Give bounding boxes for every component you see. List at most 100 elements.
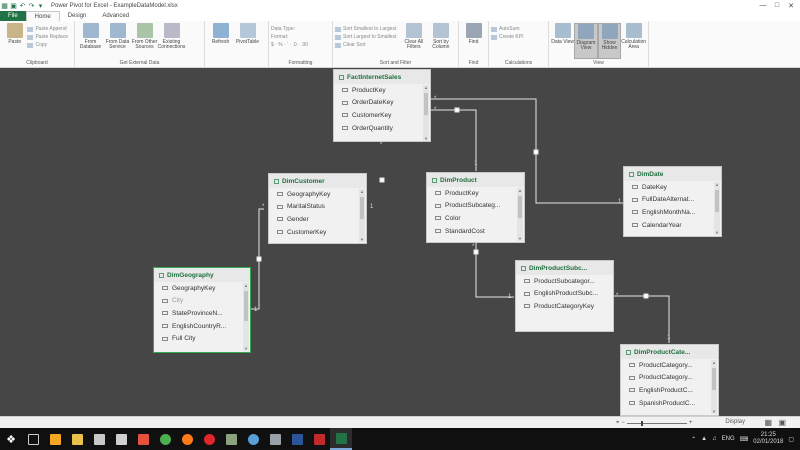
table-dimdate[interactable]: DimDate DateKey FullDateAlternat... Engl…: [623, 166, 722, 237]
taskbar-app[interactable]: [286, 428, 308, 450]
existing-connections-button[interactable]: Existing Connections: [158, 23, 185, 59]
table-factinternetsales[interactable]: FactInternetSales ProductKey OrderDateKe…: [333, 69, 431, 142]
field-item[interactable]: EnglishProductC...: [621, 384, 718, 397]
field-item[interactable]: MaritalStatus: [269, 201, 366, 214]
field-item[interactable]: OrderQuantity: [334, 122, 430, 135]
sort-descending-button[interactable]: Sort Largest to Smallest: [335, 34, 396, 40]
table-dimproduct[interactable]: DimProduct ProductKey ProductSubcateg...…: [426, 172, 525, 243]
language-indicator[interactable]: ENG: [722, 436, 735, 442]
volume-icon[interactable]: ♫: [712, 436, 717, 442]
field-item[interactable]: OrderDateKey: [334, 97, 430, 110]
taskbar-app[interactable]: [264, 428, 286, 450]
paste-append-button[interactable]: Paste Append: [27, 26, 68, 32]
tab-design[interactable]: Design: [60, 11, 95, 21]
field-item[interactable]: CalendarYear: [624, 219, 721, 232]
calculation-area-button[interactable]: Calculation Area: [621, 23, 646, 59]
taskbar-app[interactable]: [220, 428, 242, 450]
close-button[interactable]: ✕: [784, 0, 798, 11]
table-scrollbar[interactable]: ▲ ▼: [714, 182, 720, 235]
scroll-up-arrow[interactable]: ▲: [711, 360, 717, 365]
relationship-handle[interactable]: [454, 107, 460, 113]
zoom-knob[interactable]: [640, 420, 643, 426]
scroll-down-arrow[interactable]: ▼: [423, 136, 429, 141]
field-item[interactable]: DateKey: [624, 181, 721, 194]
relationship-handle[interactable]: [256, 256, 262, 262]
scroll-down-arrow[interactable]: ▼: [243, 346, 249, 351]
taskbar-app[interactable]: [132, 428, 154, 450]
task-view-button[interactable]: [22, 428, 44, 450]
minimize-button[interactable]: —: [756, 0, 770, 11]
relationship-line[interactable]: [614, 295, 670, 343]
pivottable-button[interactable]: PivotTable: [234, 23, 261, 59]
table-header[interactable]: FactInternetSales: [334, 70, 430, 84]
scroll-up-arrow[interactable]: ▲: [517, 188, 523, 193]
scroll-thumb[interactable]: [715, 190, 719, 212]
table-header[interactable]: DimCustomer: [269, 174, 366, 188]
table-scrollbar[interactable]: ▲ ▼: [243, 283, 249, 351]
scroll-up-arrow[interactable]: ▲: [423, 85, 429, 90]
field-item[interactable]: ProductKey: [427, 187, 524, 200]
start-button[interactable]: ❖: [0, 428, 22, 450]
diagram-view-button[interactable]: Diagram View: [574, 23, 598, 59]
diagram-view-icon[interactable]: ▣: [778, 418, 786, 427]
relationship-handle[interactable]: [379, 177, 385, 183]
show-hidden-button[interactable]: Show Hidden: [597, 23, 622, 59]
taskbar-app[interactable]: [308, 428, 330, 450]
scroll-thumb[interactable]: [244, 291, 248, 321]
taskbar-app[interactable]: [44, 428, 66, 450]
relationship-handle[interactable]: [533, 149, 539, 155]
taskbar-app[interactable]: [110, 428, 132, 450]
table-header[interactable]: DimDate: [624, 167, 721, 181]
relationship-line[interactable]: [475, 242, 514, 298]
from-other-sources-button[interactable]: From Other Sources: [131, 23, 158, 59]
field-item[interactable]: Gender: [269, 213, 366, 226]
scroll-thumb[interactable]: [712, 368, 716, 390]
tab-home[interactable]: Home: [25, 11, 60, 21]
field-item[interactable]: SpanishProductC...: [621, 397, 718, 410]
field-item[interactable]: ProductCategory...: [621, 372, 718, 385]
field-item[interactable]: ProductSubcateg...: [427, 200, 524, 213]
autosum-button[interactable]: AutoSum: [491, 26, 523, 32]
fit-to-screen-icon[interactable]: ⌖: [616, 420, 619, 427]
paste-button[interactable]: Paste: [2, 23, 27, 59]
field-item[interactable]: ProductSubcategor...: [516, 275, 613, 288]
table-scrollbar[interactable]: ▲ ▼: [423, 85, 429, 141]
number-format-buttons[interactable]: $ · % · ’ · .0 · .00: [271, 42, 308, 48]
table-header[interactable]: DimProductCate...: [621, 345, 718, 359]
taskbar-app[interactable]: [66, 428, 88, 450]
data-type-dropdown[interactable]: Data Type:: [271, 26, 308, 32]
scroll-down-arrow[interactable]: ▼: [517, 236, 523, 241]
taskbar-app[interactable]: [176, 428, 198, 450]
field-item[interactable]: Full City: [154, 332, 250, 345]
customize-toolbar-icon[interactable]: ▾: [36, 2, 45, 10]
from-data-service-button[interactable]: From Data Service: [104, 23, 131, 59]
table-dimproductsubcategory[interactable]: DimProductSubc... ProductSubcategor... E…: [515, 260, 614, 332]
scroll-down-arrow[interactable]: ▼: [711, 409, 717, 414]
field-item[interactable]: CustomerKey: [334, 109, 430, 122]
diagram-canvas[interactable]: * * 1 1 * 1 * 1 * 1 * 1 FactInternetSale…: [0, 68, 800, 416]
save-icon[interactable]: ▣: [9, 2, 18, 10]
table-dimgeography[interactable]: DimGeography GeographyKey City StateProv…: [153, 267, 251, 353]
table-dimproductcategory[interactable]: DimProductCate... ProductCategory... Pro…: [620, 344, 719, 416]
table-scrollbar[interactable]: ▲ ▼: [517, 188, 523, 241]
field-item-hidden[interactable]: City: [154, 295, 250, 308]
format-dropdown[interactable]: Format:: [271, 34, 308, 40]
field-item[interactable]: Color: [427, 212, 524, 225]
taskbar-app[interactable]: [88, 428, 110, 450]
field-item[interactable]: StandardCost: [427, 225, 524, 238]
scroll-down-arrow[interactable]: ▼: [359, 237, 365, 242]
field-item[interactable]: ProductCategoryKey: [516, 300, 613, 313]
tab-file[interactable]: File: [0, 11, 26, 21]
scroll-thumb[interactable]: [424, 93, 428, 115]
field-item[interactable]: EnglishProductSubc...: [516, 288, 613, 301]
table-scrollbar[interactable]: ▲ ▼: [711, 360, 717, 414]
copy-button[interactable]: Copy: [27, 42, 68, 48]
field-item[interactable]: GeographyKey: [269, 188, 366, 201]
table-dimcustomer[interactable]: DimCustomer GeographyKey MaritalStatus G…: [268, 173, 367, 244]
field-item[interactable]: EnglishMonthNa...: [624, 206, 721, 219]
field-item[interactable]: StateProvinceN...: [154, 307, 250, 320]
field-item[interactable]: ProductCategory...: [621, 359, 718, 372]
taskbar-app[interactable]: [198, 428, 220, 450]
clock[interactable]: 21:25 02/01/2018: [753, 432, 783, 446]
zoom-in-icon[interactable]: +: [689, 420, 693, 426]
